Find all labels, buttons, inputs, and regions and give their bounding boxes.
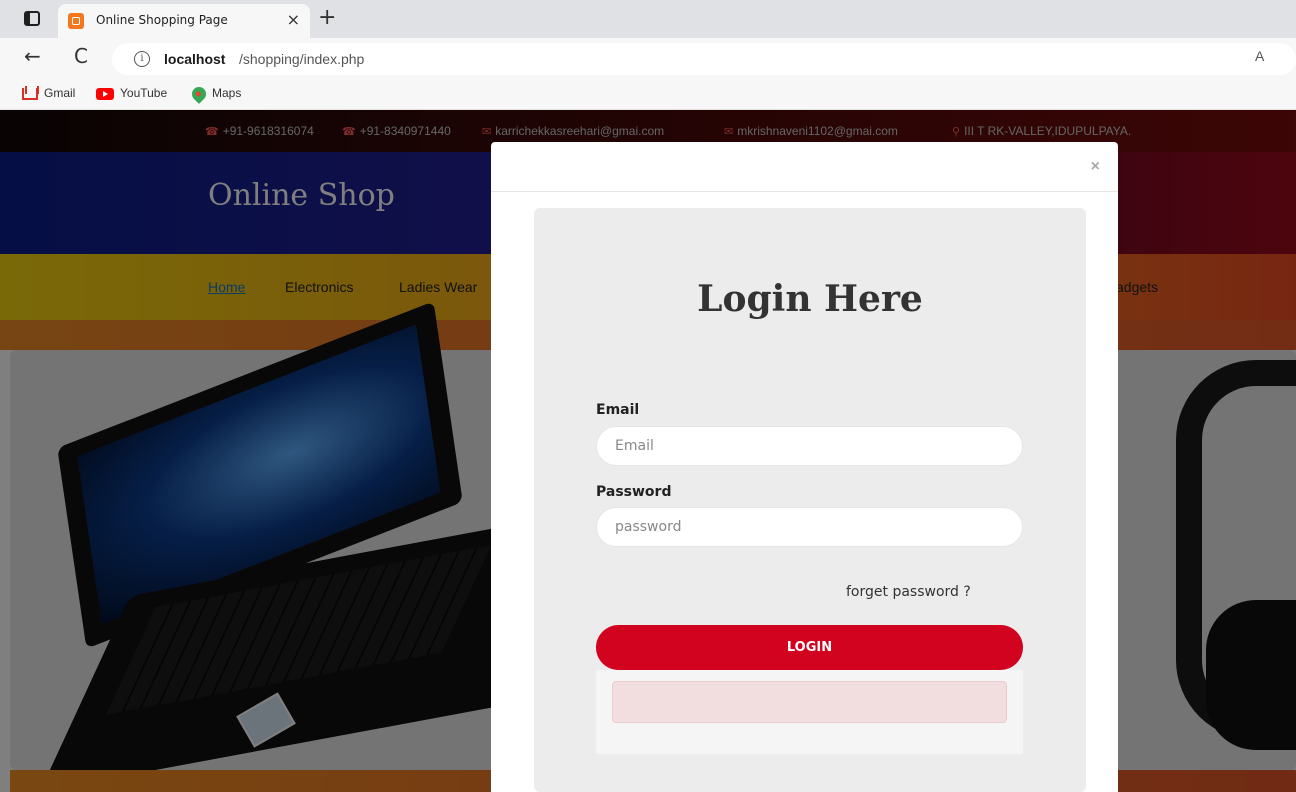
address-bar: ← C i localhost /shopping/index.php (0, 38, 1296, 80)
gmail-icon (22, 87, 38, 100)
bookmarks-bar: Gmail YouTube Maps (0, 80, 1296, 110)
password-label: Password (596, 484, 672, 500)
bookmark-label: Maps (212, 86, 242, 100)
url-path: /shopping/index.php (239, 51, 365, 67)
bookmark-gmail[interactable]: Gmail (22, 86, 75, 100)
login-title: Login Here (697, 278, 923, 320)
xampp-favicon-icon (68, 13, 84, 29)
tab-close-icon[interactable]: × (287, 10, 300, 30)
reload-icon[interactable]: C (74, 44, 88, 68)
password-field[interactable] (596, 507, 1023, 547)
browser-tab[interactable]: Online Shopping Page × (58, 4, 310, 38)
url-host: localhost (164, 51, 226, 67)
bookmark-label: Gmail (44, 86, 76, 100)
maps-icon (189, 83, 209, 104)
forget-password-link[interactable]: forget password ? (846, 584, 971, 600)
new-tab-icon[interactable]: + (318, 5, 336, 31)
error-alert (612, 681, 1007, 723)
tab-title: Online Shopping Page (96, 13, 228, 27)
bookmark-maps[interactable]: Maps (189, 83, 242, 104)
youtube-icon (96, 87, 114, 100)
bookmark-youtube[interactable]: YouTube (96, 86, 167, 100)
login-panel: Login Here Email Password forget passwor… (534, 208, 1086, 792)
close-icon[interactable]: × (1091, 158, 1100, 176)
tab-actions-icon[interactable] (24, 11, 40, 26)
email-label: Email (596, 402, 640, 418)
login-button[interactable]: LOGIN (596, 625, 1023, 670)
alert-area (596, 670, 1023, 754)
tab-bar: Online Shopping Page × + (0, 0, 1296, 38)
read-aloud-icon[interactable]: A (1255, 48, 1264, 64)
login-modal: × Login Here Email Password forget passw… (491, 142, 1118, 792)
url-field[interactable]: i localhost /shopping/index.php (112, 43, 1296, 75)
bookmark-label: YouTube (120, 86, 168, 100)
modal-header: × (491, 142, 1118, 192)
back-arrow-icon[interactable]: ← (24, 44, 41, 68)
site-info-icon[interactable]: i (134, 51, 150, 67)
email-field[interactable] (596, 426, 1023, 466)
